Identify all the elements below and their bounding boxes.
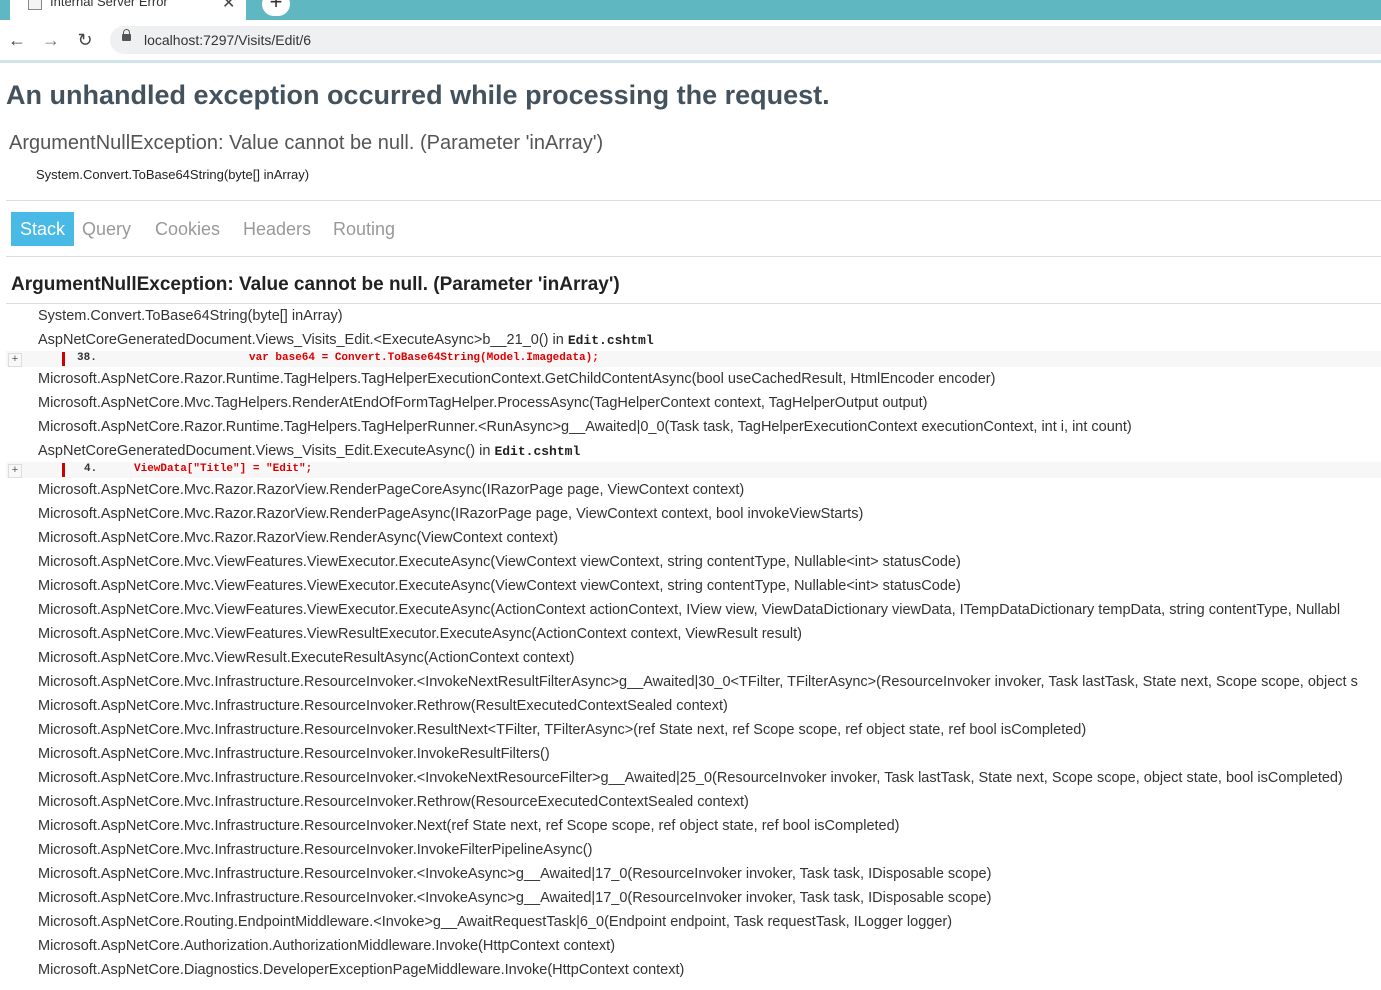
expand-code-button[interactable]: + [8, 353, 22, 367]
page-title: An unhandled exception occurred while pr… [6, 80, 830, 110]
stack-frame: Microsoft.AspNetCore.Mvc.TagHelpers.Rend… [38, 395, 928, 411]
browser-tab[interactable]: Internal Server Error ✕ [10, 0, 246, 20]
reload-icon: ↻ [77, 30, 93, 50]
error-location: System.Convert.ToBase64String(byte[] inA… [36, 167, 310, 182]
stack-frame: Microsoft.AspNetCore.Mvc.Infrastructure.… [38, 674, 1358, 690]
error-line-marker [62, 463, 65, 477]
stack-frame: Microsoft.AspNetCore.Mvc.Razor.RazorView… [38, 506, 864, 522]
divider [6, 200, 1381, 201]
source-code-line: var base64 = Convert.ToBase64String(Mode… [249, 352, 599, 364]
stack-frame: Microsoft.AspNetCore.Mvc.Infrastructure.… [38, 842, 593, 858]
browser-tab-strip: Internal Server Error ✕ + [0, 0, 1381, 20]
line-number: 4. [84, 463, 98, 475]
forward-button[interactable]: → [40, 28, 62, 52]
tab-title: Internal Server Error [50, 0, 168, 9]
stack-frame: Microsoft.AspNetCore.Mvc.Infrastructure.… [38, 770, 1343, 786]
stack-frame: Microsoft.AspNetCore.Mvc.ViewFeatures.Vi… [38, 578, 961, 594]
arrow-left-icon: ← [8, 30, 26, 50]
divider [6, 256, 1381, 257]
new-tab-button[interactable]: + [262, 0, 290, 16]
tab-query[interactable]: Query [82, 212, 131, 246]
stack-frame: Microsoft.AspNetCore.Mvc.ViewFeatures.Vi… [38, 626, 802, 642]
expand-code-button[interactable]: + [8, 464, 22, 478]
tab-cookies[interactable]: Cookies [155, 212, 220, 246]
source-file-name: Edit.cshtml [494, 444, 581, 459]
stack-frame: Microsoft.AspNetCore.Mvc.Infrastructure.… [38, 890, 992, 906]
source-code-line: ViewData["Title"] = "Edit"; [134, 463, 313, 475]
tab-stack[interactable]: Stack [11, 212, 75, 246]
stack-frame: Microsoft.AspNetCore.Mvc.Razor.RazorView… [38, 530, 559, 546]
source-code-row: + 4. ViewData["Title"] = "Edit"; [6, 462, 1381, 478]
stack-frame: Microsoft.AspNetCore.Mvc.Infrastructure.… [38, 794, 749, 810]
address-bar[interactable]: localhost:7297/Visits/Edit/6 [110, 26, 1381, 54]
arrow-right-icon: → [42, 30, 60, 50]
stack-frame: Microsoft.AspNetCore.Mvc.ViewFeatures.Vi… [38, 602, 1341, 618]
reload-button[interactable]: ↻ [74, 28, 96, 52]
stack-frame: AspNetCoreGeneratedDocument.Views_Visits… [38, 443, 581, 459]
stack-frame: Microsoft.AspNetCore.Mvc.Infrastructure.… [38, 818, 900, 834]
stack-frame: Microsoft.AspNetCore.Mvc.Razor.RazorView… [38, 482, 745, 498]
stack-frame: Microsoft.AspNetCore.Mvc.ViewFeatures.Vi… [38, 554, 961, 570]
stack-frame: Microsoft.AspNetCore.Mvc.Infrastructure.… [38, 866, 992, 882]
error-line-marker [62, 352, 65, 366]
browser-toolbar: ← → ↻ localhost:7297/Visits/Edit/6 [0, 20, 1381, 61]
source-code-row: + 38. var base64 = Convert.ToBase64Strin… [6, 351, 1381, 367]
stack-frame: Microsoft.AspNetCore.Razor.Runtime.TagHe… [38, 371, 996, 387]
error-title: ArgumentNullException: Value cannot be n… [9, 132, 604, 154]
stack-frame: Microsoft.AspNetCore.Mvc.Infrastructure.… [38, 746, 550, 762]
line-number: 38. [77, 352, 97, 364]
stack-frame: Microsoft.AspNetCore.Razor.Runtime.TagHe… [38, 419, 1132, 435]
lock-icon [122, 29, 131, 41]
stack-frame: Microsoft.AspNetCore.Authorization.Autho… [38, 938, 616, 954]
source-file-name: Edit.cshtml [567, 333, 654, 348]
tab-routing[interactable]: Routing [333, 212, 395, 246]
url-text[interactable]: localhost:7297/Visits/Edit/6 [144, 32, 311, 48]
stack-heading: ArgumentNullException: Value cannot be n… [11, 274, 620, 295]
stack-frame: Microsoft.AspNetCore.Mvc.Infrastructure.… [38, 698, 728, 714]
stack-frame: Microsoft.AspNetCore.Diagnostics.Develop… [38, 962, 685, 978]
stack-frame: Microsoft.AspNetCore.Mvc.ViewResult.Exec… [38, 650, 575, 666]
stack-frame: AspNetCoreGeneratedDocument.Views_Visits… [38, 332, 654, 348]
divider [6, 303, 1381, 304]
stack-frame: System.Convert.ToBase64String(byte[] inA… [38, 308, 343, 324]
toolbar-divider [0, 60, 1381, 63]
stack-frame: Microsoft.AspNetCore.Mvc.Infrastructure.… [38, 722, 1087, 738]
page-icon [28, 0, 42, 10]
tab-headers[interactable]: Headers [243, 212, 311, 246]
back-button[interactable]: ← [6, 28, 28, 52]
close-icon[interactable]: ✕ [222, 0, 235, 13]
stack-frame: Microsoft.AspNetCore.Routing.EndpointMid… [38, 914, 953, 930]
